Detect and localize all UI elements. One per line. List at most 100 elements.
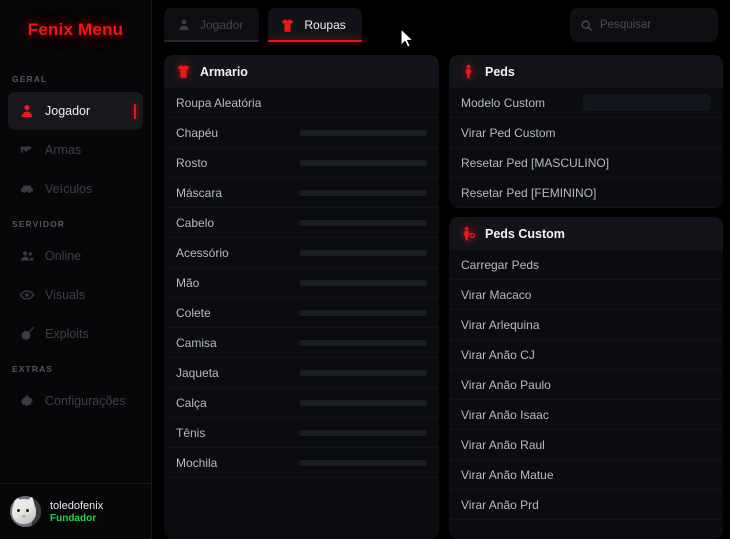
search-box[interactable] xyxy=(570,8,718,42)
row-slider[interactable] xyxy=(299,339,427,346)
peds-custom-row[interactable]: Virar Arlequina xyxy=(449,310,723,340)
tab-roupas[interactable]: Roupas xyxy=(268,8,362,42)
tab-underline xyxy=(268,40,362,42)
brand-header: Fenix Menu xyxy=(0,0,151,60)
people-icon xyxy=(18,248,35,265)
sidebar-item-configuracoes[interactable]: Configurações xyxy=(8,382,143,420)
armario-row[interactable]: Mão xyxy=(164,268,439,298)
row-label: Virar Macaco xyxy=(461,287,532,302)
row-slider[interactable] xyxy=(299,429,427,436)
armario-row[interactable]: Tênis xyxy=(164,418,439,448)
row-slider[interactable] xyxy=(299,309,427,316)
gun-icon xyxy=(18,142,35,159)
row-slider[interactable] xyxy=(299,459,427,466)
sidebar-nav: GERAL Jogador Armas Veículos SERVIDOR On… xyxy=(0,60,151,483)
fenix-menu-window: Fenix Menu GERAL Jogador Armas Veículos … xyxy=(0,0,730,539)
row-slider[interactable] xyxy=(299,189,427,196)
search-icon xyxy=(580,19,593,32)
sidebar-section-servidor: SERVIDOR xyxy=(12,219,66,229)
row-label: Mão xyxy=(176,275,200,290)
sidebar-item-exploits[interactable]: Exploits xyxy=(8,315,143,353)
profile-username: toledofenix xyxy=(50,499,104,512)
row-slider[interactable] xyxy=(299,279,427,286)
row-label: Modelo Custom xyxy=(461,95,546,110)
row-label: Cabelo xyxy=(176,215,215,230)
panel-armario: Armario Roupa Aleatória Chapéu Rosto Máscar… xyxy=(164,55,439,539)
armario-row[interactable]: Camisa xyxy=(164,328,439,358)
peds-custom-row[interactable]: Carregar Peds xyxy=(449,250,723,280)
gear-icon xyxy=(18,393,35,410)
peds-custom-row[interactable]: Virar Anão Paulo xyxy=(449,370,723,400)
panel-title: Peds xyxy=(485,64,515,79)
sidebar-item-label: Exploits xyxy=(45,327,89,341)
row-slider[interactable] xyxy=(299,249,427,256)
right-column: Peds Modelo Custom Virar Ped Custom Reseta… xyxy=(449,55,723,539)
panel-title: Armario xyxy=(200,64,248,79)
row-label: Camisa xyxy=(176,335,217,350)
peds-row[interactable]: Modelo Custom xyxy=(449,88,723,118)
armario-row[interactable]: Chapéu xyxy=(164,118,439,148)
bomb-icon xyxy=(18,326,35,343)
peds-custom-row[interactable]: Virar Anão CJ xyxy=(449,340,723,370)
armario-row[interactable]: Roupa Aleatória xyxy=(164,88,439,118)
peds-custom-row[interactable]: Virar Anão Raul xyxy=(449,430,723,460)
row-slider[interactable] xyxy=(299,219,427,226)
row-label: Calça xyxy=(176,395,207,410)
armario-row[interactable]: Acessório xyxy=(164,238,439,268)
tab-label: Jogador xyxy=(200,18,244,32)
row-slider[interactable] xyxy=(299,369,427,376)
row-label: Virar Anão Paulo xyxy=(461,377,551,392)
tab-jogador[interactable]: Jogador xyxy=(164,8,260,42)
sidebar-item-label: Veículos xyxy=(45,182,93,196)
user-profile[interactable]: toledofenix Fundador xyxy=(0,483,151,539)
panel-peds-custom: Peds Custom Carregar Peds Virar Macaco Vir… xyxy=(449,217,723,539)
sidebar: Fenix Menu GERAL Jogador Armas Veículos … xyxy=(0,0,152,539)
row-label: Roupa Aleatória xyxy=(176,95,262,110)
armario-row[interactable]: Jaqueta xyxy=(164,358,439,388)
tab-underline xyxy=(164,40,260,42)
sidebar-item-armas[interactable]: Armas xyxy=(8,131,143,169)
sidebar-item-label: Armas xyxy=(45,143,82,157)
peds-custom-row[interactable]: Virar Anão Isaac xyxy=(449,400,723,430)
peds-custom-row[interactable]: Virar Macaco xyxy=(449,280,723,310)
armario-row[interactable]: Cabelo xyxy=(164,208,439,238)
panel-header: Peds Custom xyxy=(449,217,723,250)
sidebar-item-jogador[interactable]: Jogador xyxy=(8,92,143,130)
peds-row[interactable]: Virar Ped Custom xyxy=(449,118,723,148)
sidebar-section-geral: GERAL xyxy=(12,74,48,84)
person-icon xyxy=(18,103,35,120)
row-label: Rosto xyxy=(176,155,208,170)
panel-body: Roupa Aleatória Chapéu Rosto Máscara Cabelo A… xyxy=(164,88,439,539)
row-label: Resetar Ped [FEMININO] xyxy=(461,185,597,200)
armario-row[interactable]: Máscara xyxy=(164,178,439,208)
armario-row[interactable]: Colete xyxy=(164,298,439,328)
topbar: Jogador Roupas xyxy=(152,0,730,50)
panel-body: Carregar Peds Virar Macaco Virar Arlequina… xyxy=(449,250,723,539)
armario-row[interactable]: Calça xyxy=(164,388,439,418)
row-textbox[interactable] xyxy=(583,94,711,111)
sidebar-item-visuals[interactable]: Visuals xyxy=(8,276,143,314)
sidebar-item-online[interactable]: Online xyxy=(8,237,143,275)
row-label: Tênis xyxy=(176,425,206,440)
armario-row[interactable]: Mochila xyxy=(164,448,439,478)
row-slider[interactable] xyxy=(299,159,427,166)
peds-custom-row[interactable]: Virar Anão Prd xyxy=(449,490,723,520)
row-label: Colete xyxy=(176,305,211,320)
row-label: Máscara xyxy=(176,185,223,200)
sidebar-item-veiculos[interactable]: Veículos xyxy=(8,170,143,208)
row-label: Carregar Peds xyxy=(461,257,540,272)
peds-row[interactable]: Resetar Ped [MASCULINO] xyxy=(449,148,723,178)
row-label: Virar Anão Raul xyxy=(461,437,545,452)
tshirt-icon xyxy=(176,64,191,79)
peds-row[interactable]: Resetar Ped [FEMININO] xyxy=(449,178,723,208)
row-slider[interactable] xyxy=(299,129,427,136)
panel-body: Modelo Custom Virar Ped Custom Resetar Ped… xyxy=(449,88,723,208)
sidebar-item-label: Visuals xyxy=(45,288,86,302)
row-slider[interactable] xyxy=(299,399,427,406)
car-icon xyxy=(18,181,35,198)
search-input[interactable] xyxy=(600,19,708,31)
armario-row[interactable]: Rosto xyxy=(164,148,439,178)
person-icon xyxy=(176,18,191,33)
peds-custom-row[interactable]: Virar Anão Matue xyxy=(449,460,723,490)
sidebar-item-label: Jogador xyxy=(45,104,91,118)
